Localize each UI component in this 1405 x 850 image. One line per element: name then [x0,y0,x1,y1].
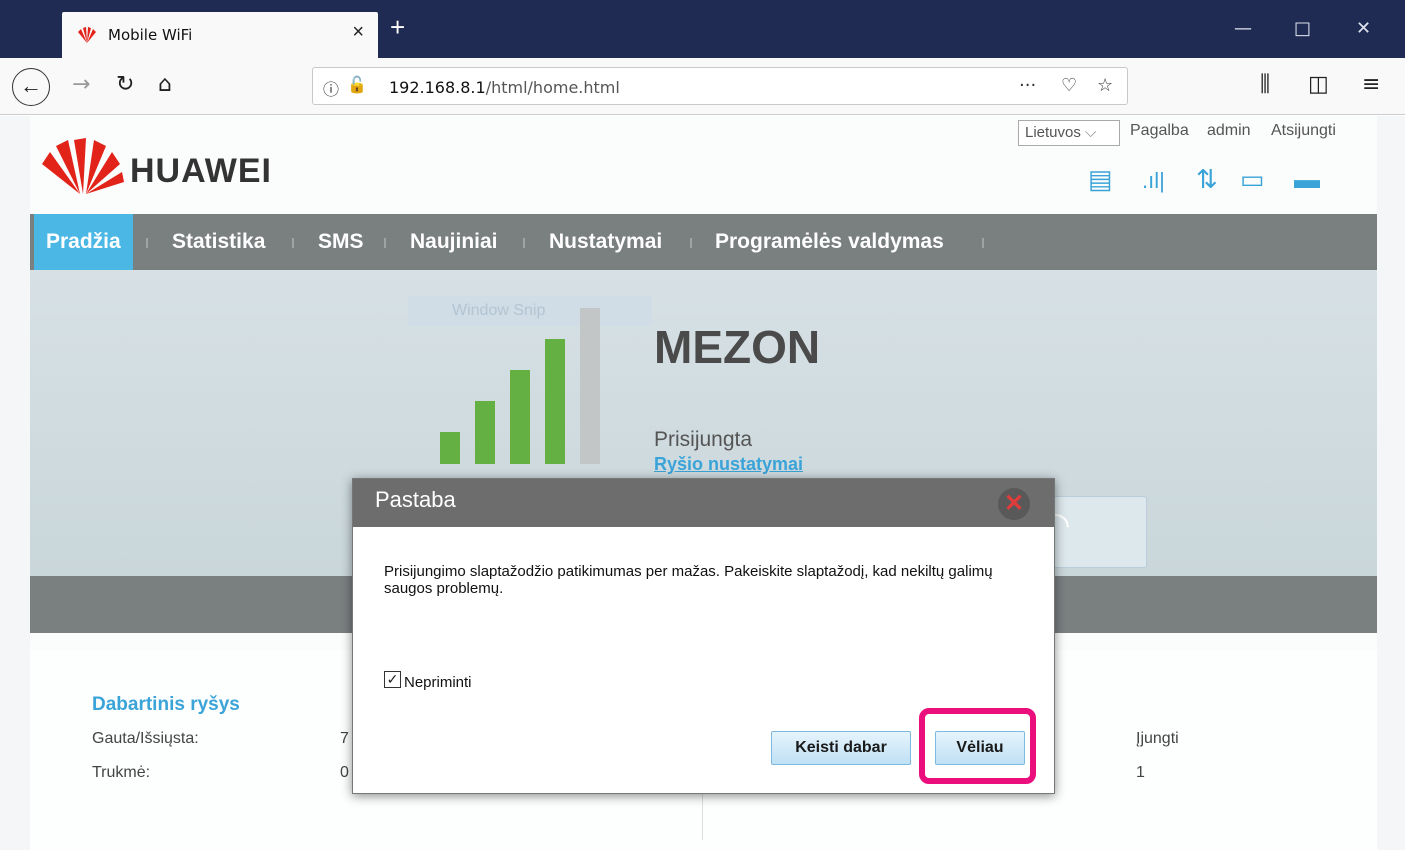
menu-settings[interactable]: Nustatymai [537,214,674,270]
chevron-down-icon: ⌵ [1085,124,1097,141]
received-sent-label: Gauta/Išsiųsta: [92,730,199,747]
menu-icon[interactable]: ≡ [1362,72,1380,97]
huawei-favicon-icon [78,27,96,43]
tab-close-icon[interactable]: × [352,21,364,44]
user-link[interactable]: admin [1207,122,1251,140]
checkmark-icon: ✓ [386,671,399,687]
url-bar[interactable]: ⓘ 🔓 192.168.8.1/html/home.html ··· ♡ ☆ [312,67,1128,105]
menu-statistics[interactable]: Statistika [160,214,277,270]
dialog-title: Pastaba [375,487,456,512]
new-tab-icon[interactable]: + [390,14,405,40]
right-count-value: 1 [1136,764,1145,781]
signal-bar [545,339,565,464]
menu-divider [384,238,386,248]
menu-updates[interactable]: Naujiniai [398,214,510,270]
main-menu: Pradžia Statistika SMS Naujiniai Nustaty… [30,214,1377,272]
home-icon[interactable]: ⌂ [158,72,172,97]
isp-name: MEZON [654,321,821,373]
menu-divider [292,238,294,248]
window-snip-ghost: Window Snip [408,296,652,326]
huawei-logo-icon [42,138,124,194]
signal-bar [440,432,460,464]
right-status-value: Įjungti [1136,730,1179,747]
minimize-icon[interactable]: — [1234,18,1252,39]
signal-bar [475,401,495,464]
browser-tab[interactable]: Mobile WiFi × [62,12,378,58]
browser-titlebar: Mobile WiFi × + — □ ✕ [0,0,1405,67]
menu-home[interactable]: Pradžia [34,214,133,272]
language-select[interactable]: Lietuvos ⌵ [1018,120,1120,146]
later-button-highlight [919,708,1036,784]
signal-strength-icon: .ıl| [1142,168,1165,193]
pocket-icon[interactable]: ♡ [1061,75,1077,96]
reload-icon[interactable]: ↻ [116,72,134,97]
brand-name: HUAWEI [130,152,272,190]
change-now-button[interactable]: Keisti dabar [771,731,911,765]
sidebar-icon[interactable]: ◫ [1308,72,1329,97]
menu-app-management[interactable]: Programėlės valdymas [703,214,956,270]
signal-bar [510,370,530,464]
duration-label: Trukmė: [92,764,151,781]
battery-icon: ▬ [1294,164,1320,194]
messages-icon[interactable]: ▤ [1088,164,1113,195]
dont-remind-label[interactable]: Nepriminti [404,674,472,691]
browser-navbar: ← → ↻ ⌂ ⓘ 🔓 192.168.8.1/html/home.html ·… [0,58,1405,115]
close-window-icon[interactable]: ✕ [1356,18,1371,39]
back-icon[interactable]: ← [12,68,50,106]
menu-divider [982,238,984,248]
dialog-header: Pastaba ✕ [353,479,1054,527]
page-actions-icon[interactable]: ··· [1019,75,1036,96]
connection-status: Prisijungta [654,428,753,451]
logout-link[interactable]: Atsijungti [1271,122,1336,140]
dialog-close-icon[interactable]: ✕ [998,488,1030,520]
signal-bar [580,308,600,464]
insecure-lock-icon[interactable]: 🔓 [347,75,367,95]
tab-title: Mobile WiFi [108,26,193,44]
maximize-icon[interactable]: □ [1294,18,1311,39]
menu-divider [146,238,148,248]
menu-divider [523,238,525,248]
duration-value: 0 [340,764,349,781]
dialog-message: Prisijungimo slaptažodžio patikimumas pe… [384,563,993,597]
url-text: 192.168.8.1/html/home.html [389,78,620,97]
wifi-device-icon: ▭ [1240,164,1265,194]
bookmark-star-icon[interactable]: ☆ [1097,75,1113,96]
data-transfer-icon: ⇅ [1196,164,1218,194]
dont-remind-checkbox[interactable]: ✓ [384,671,401,688]
received-sent-value: 7 [340,730,349,747]
help-link[interactable]: Pagalba [1130,122,1189,140]
connection-settings-link[interactable]: Ryšio nustatymai [654,454,803,475]
menu-divider [690,238,692,248]
connection-title: Dabartinis ryšys [92,694,240,715]
info-icon[interactable]: ⓘ [323,76,339,100]
menu-sms[interactable]: SMS [306,214,376,270]
forward-icon[interactable]: → [72,72,90,97]
library-icon[interactable]: ⫼ [1260,72,1270,97]
